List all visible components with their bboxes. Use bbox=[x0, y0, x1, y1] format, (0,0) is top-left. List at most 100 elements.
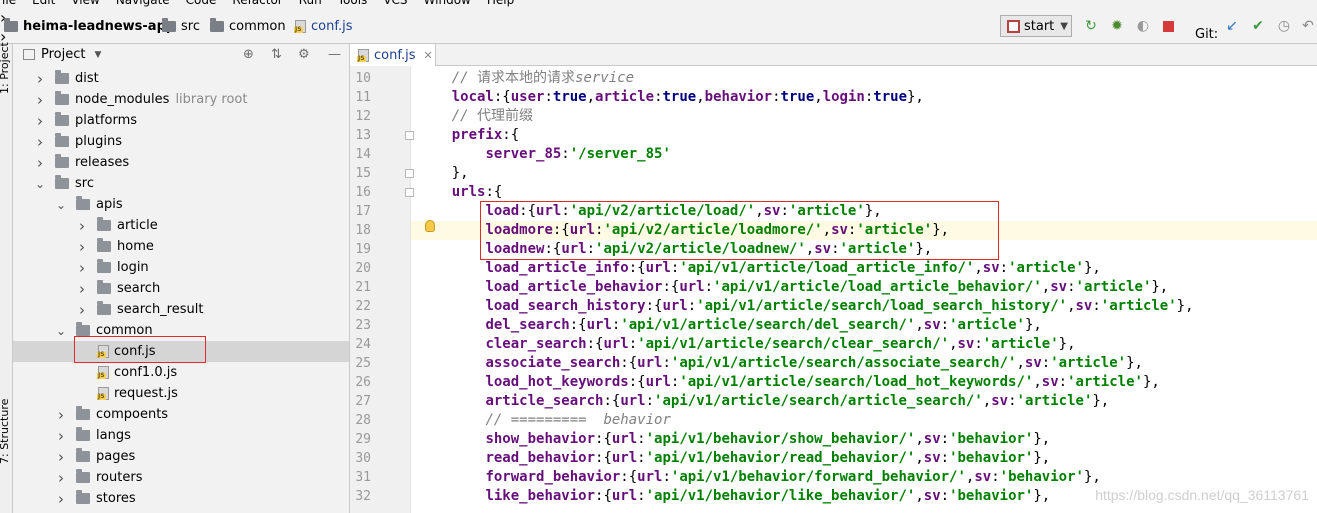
tree-item-request-js[interactable]: JS request.js bbox=[13, 383, 349, 404]
code-token: : bbox=[772, 89, 781, 105]
tree-item-login[interactable]: › login bbox=[13, 257, 349, 278]
breadcrumb-src[interactable]: src bbox=[162, 8, 200, 44]
menu-item-tools[interactable]: Tools bbox=[338, 0, 368, 7]
tree-item-apis[interactable]: ⌄ apis bbox=[13, 194, 349, 215]
chevron-right-icon[interactable]: › bbox=[56, 469, 66, 487]
locate-icon[interactable]: ⊕ bbox=[243, 47, 254, 62]
chevron-right-icon[interactable]: › bbox=[56, 448, 66, 466]
chevron-right-icon[interactable]: › bbox=[35, 133, 45, 151]
code-token: url bbox=[611, 450, 638, 466]
chevron-down-icon[interactable]: ⌄ bbox=[56, 198, 66, 212]
chevron-right-icon[interactable]: › bbox=[56, 490, 66, 508]
tree-item-src[interactable]: ⌄ src bbox=[13, 173, 349, 194]
chevron-right-icon[interactable]: › bbox=[77, 259, 87, 277]
project-view-select[interactable]: Project bbox=[41, 47, 85, 62]
menu-item-navigate[interactable]: Navigate bbox=[116, 0, 170, 7]
fold-marker-icon[interactable] bbox=[405, 131, 414, 140]
chevron-right-icon[interactable]: › bbox=[35, 70, 45, 88]
menu-item-view[interactable]: View bbox=[71, 0, 99, 7]
fold-marker-icon[interactable] bbox=[405, 188, 414, 197]
tab-conf-js[interactable]: JS conf.js ✕ bbox=[350, 44, 436, 66]
chevron-right-icon[interactable]: › bbox=[35, 91, 45, 109]
code-token: }, bbox=[1058, 336, 1076, 352]
chevron-right-icon[interactable]: › bbox=[35, 112, 45, 130]
project-panel: Project ▼ ⊕ ⇅ ⚙ — › dist › node_modules libr… bbox=[13, 44, 350, 513]
debug-icon[interactable]: ✹ bbox=[1109, 18, 1125, 34]
highlight-box bbox=[74, 336, 206, 363]
tree-item-search[interactable]: › search bbox=[13, 278, 349, 299]
tree-item-conf1-0-js[interactable]: JS conf1.0.js bbox=[13, 362, 349, 383]
chevron-right-icon[interactable]: › bbox=[35, 154, 45, 172]
menu-item-help[interactable]: Help bbox=[487, 0, 514, 7]
breadcrumb-file[interactable]: JS conf.js bbox=[294, 8, 353, 44]
chevron-right-icon[interactable]: › bbox=[77, 238, 87, 256]
tree-item-plugins[interactable]: › plugins bbox=[13, 131, 349, 152]
tree-item-search-result[interactable]: › search_result bbox=[13, 299, 349, 320]
code-token: article_search bbox=[485, 393, 604, 409]
intention-bulb-icon[interactable] bbox=[425, 220, 435, 232]
git-commit-icon[interactable]: ✔ bbox=[1250, 18, 1266, 34]
js-file-icon: JS bbox=[97, 387, 109, 400]
tree-item-node-modules[interactable]: › node_modules library root bbox=[13, 89, 349, 110]
chevron-right-icon[interactable]: › bbox=[77, 217, 87, 235]
tree-item-routers[interactable]: › routers bbox=[13, 467, 349, 488]
code-line: read_behavior:{url:'api/v1/behavior/read… bbox=[418, 449, 1050, 468]
breadcrumb-project[interactable]: heima-leadnews-app bbox=[4, 8, 175, 44]
line-number: 25 bbox=[355, 356, 371, 371]
rerun-icon[interactable]: ↻ bbox=[1083, 18, 1099, 34]
tree-item-article[interactable]: › article bbox=[13, 215, 349, 236]
menu-item-file[interactable]: File bbox=[0, 0, 16, 7]
menu-item-code[interactable]: Code bbox=[186, 0, 217, 7]
menu-item-edit[interactable]: Edit bbox=[32, 0, 55, 7]
history-icon[interactable]: ◷ bbox=[1276, 18, 1292, 34]
chevron-right-icon[interactable]: › bbox=[77, 280, 87, 298]
breadcrumb-common[interactable]: common bbox=[210, 8, 286, 44]
tree-item-releases[interactable]: › releases bbox=[13, 152, 349, 173]
chevron-down-icon[interactable]: ⌄ bbox=[35, 177, 45, 191]
code-token: }, bbox=[1033, 431, 1051, 447]
folder-icon bbox=[76, 490, 90, 504]
run-configuration-select[interactable]: start ▼ bbox=[1000, 15, 1072, 37]
chevron-down-icon[interactable]: ▼ bbox=[94, 50, 101, 60]
tree-item-stores[interactable]: › stores bbox=[13, 488, 349, 509]
code-line: load_hot_keywords:{url: 'api/v1/article/s… bbox=[418, 373, 1159, 392]
close-icon[interactable]: ✕ bbox=[424, 49, 433, 62]
library-root-hint: library root bbox=[175, 92, 248, 107]
structure-tool-button[interactable]: 7: Structure bbox=[0, 399, 11, 464]
tree-item-pages[interactable]: › pages bbox=[13, 446, 349, 467]
menu-item-run[interactable]: Run bbox=[299, 0, 322, 7]
collapse-all-icon[interactable]: ⇅ bbox=[271, 47, 282, 62]
stop-icon[interactable] bbox=[1160, 18, 1176, 34]
tree-item-langs[interactable]: › langs bbox=[13, 425, 349, 446]
code-token: load_search_history bbox=[485, 298, 646, 314]
hide-icon[interactable]: — bbox=[328, 47, 341, 62]
gear-icon[interactable]: ⚙ bbox=[298, 47, 310, 62]
tree-item-home[interactable]: › home bbox=[13, 236, 349, 257]
project-tool-button[interactable]: 1: Project bbox=[0, 42, 11, 94]
menu-item-window[interactable]: Window bbox=[424, 0, 471, 7]
code-token: 请求本地的请求 bbox=[477, 70, 576, 86]
chevron-right-icon[interactable]: › bbox=[77, 301, 87, 319]
fold-marker-icon[interactable] bbox=[405, 169, 414, 178]
code-token: sv bbox=[923, 431, 941, 447]
git-update-icon[interactable]: ↙ bbox=[1224, 18, 1240, 34]
menu-item-vcs[interactable]: VCS bbox=[383, 0, 407, 7]
code-token: :{ bbox=[595, 431, 612, 447]
code-token: 'api/v1/behavior/like_behavior/' bbox=[645, 488, 916, 504]
tree-item-dist[interactable]: › dist bbox=[13, 68, 349, 89]
chevron-right-icon[interactable]: › bbox=[56, 406, 66, 424]
revert-icon[interactable]: ↶ bbox=[1300, 18, 1316, 34]
menu-item-refactor[interactable]: Refactor bbox=[232, 0, 282, 7]
tree-item-platforms[interactable]: › platforms bbox=[13, 110, 349, 131]
folder-icon bbox=[76, 427, 90, 441]
menu-items: File Edit View Navigate Code Refactor Run Tools… bbox=[0, 0, 530, 7]
tree-item-compoents[interactable]: › compoents bbox=[13, 404, 349, 425]
chevron-right-icon[interactable]: › bbox=[56, 427, 66, 445]
chevron-down-icon[interactable]: ⌄ bbox=[56, 324, 66, 338]
coverage-icon[interactable]: ◐ bbox=[1135, 18, 1151, 34]
